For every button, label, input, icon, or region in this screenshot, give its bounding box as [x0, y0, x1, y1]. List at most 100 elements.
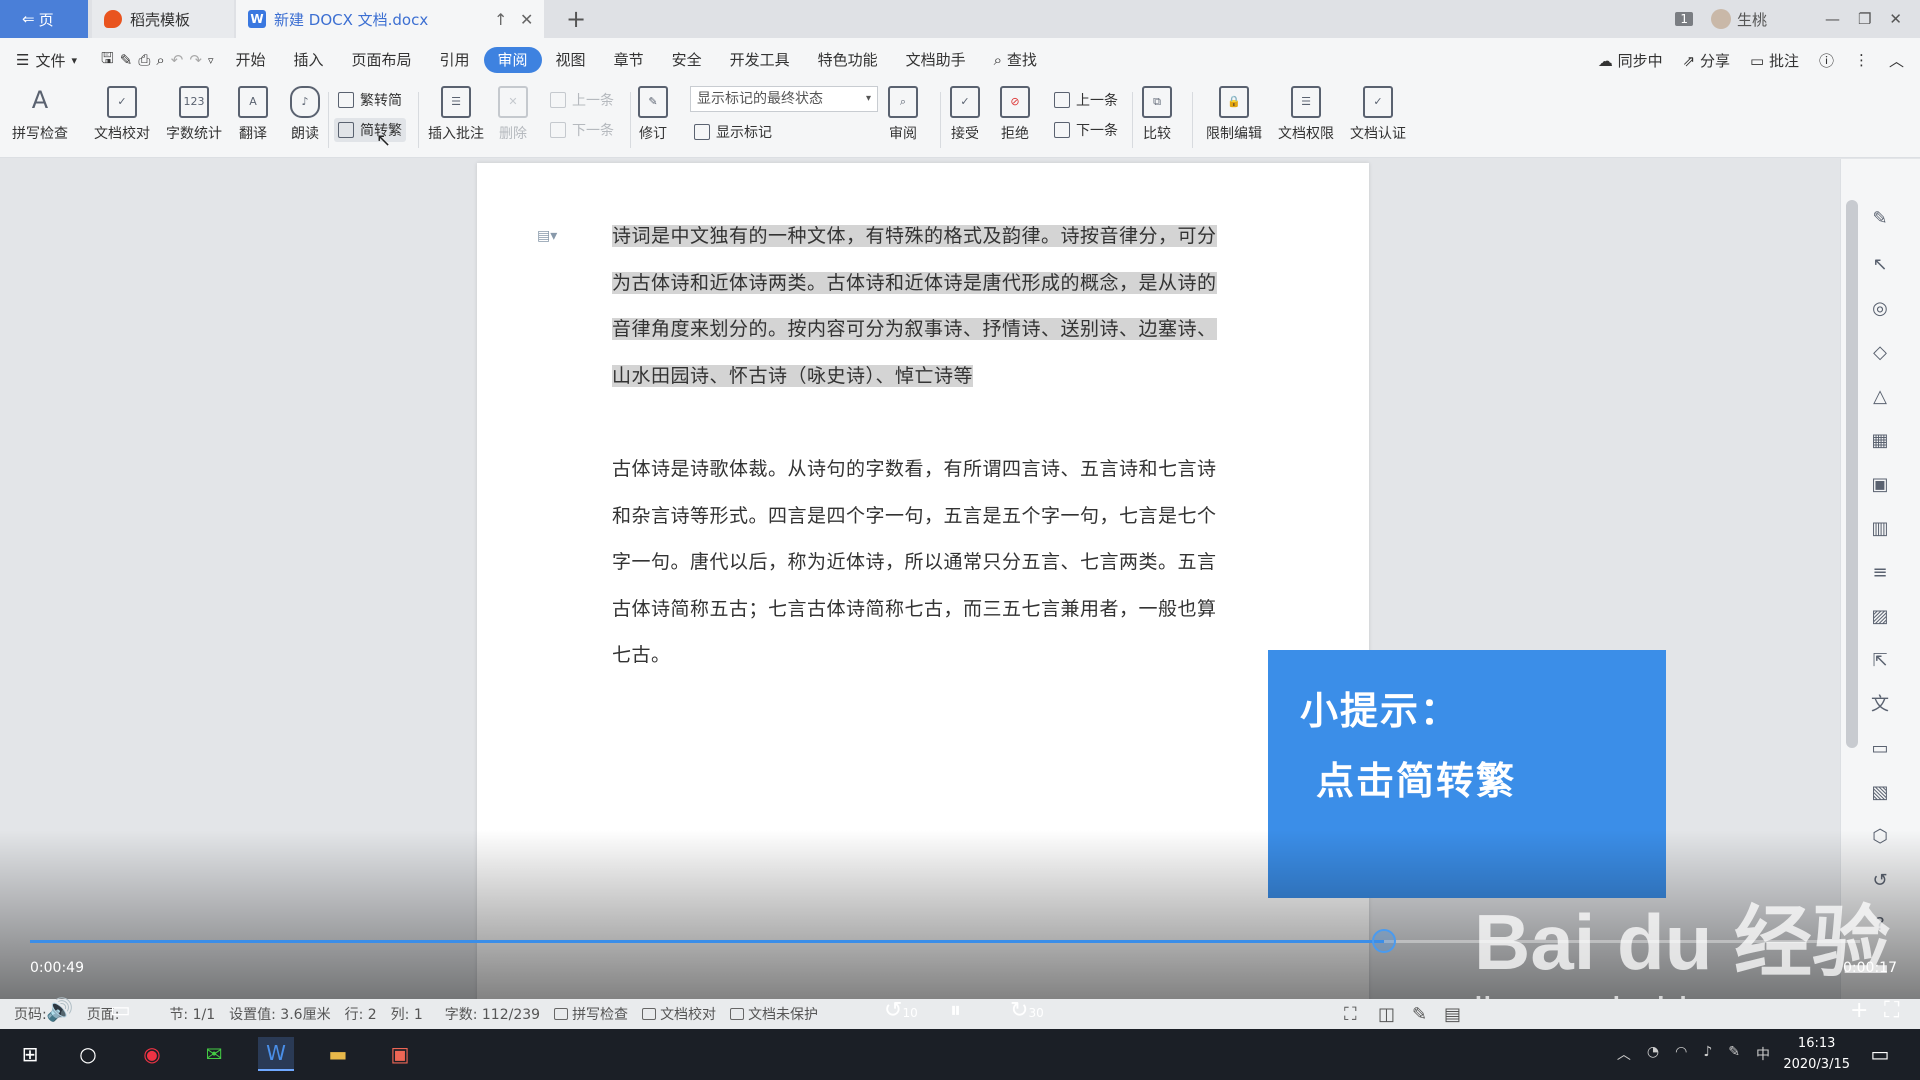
tray-expand-icon[interactable]: ︿	[1617, 1044, 1631, 1064]
compare-button[interactable]: ⧉ 比较	[1142, 86, 1172, 143]
menu-page-layout[interactable]: 页面布局	[338, 47, 426, 73]
translate-button[interactable]: A 翻译	[238, 86, 268, 143]
video-progress-handle[interactable]	[1372, 929, 1397, 953]
page-number[interactable]: 页码:	[14, 1004, 47, 1024]
subtitle-icon[interactable]: ▭	[110, 998, 131, 1023]
share-button[interactable]: ⇗ 分享	[1683, 50, 1730, 71]
notification-icon[interactable]: ▭	[1862, 1037, 1898, 1071]
minimize-icon[interactable]: —	[1825, 10, 1840, 28]
split-view-icon[interactable]: ◫	[1378, 1004, 1395, 1025]
rewind-button[interactable]: ↺10	[884, 998, 918, 1023]
wifi-icon[interactable]: ◠	[1675, 1044, 1687, 1064]
speaker-icon[interactable]: ♪	[1703, 1044, 1712, 1064]
windows-start-icon[interactable]: ⊞	[12, 1037, 48, 1071]
pen-icon[interactable]: ✎	[1869, 209, 1891, 229]
print-icon[interactable]: ⎙	[138, 51, 150, 69]
menu-start[interactable]: 开始	[221, 47, 279, 73]
layers-icon[interactable]: △	[1869, 387, 1891, 407]
paragraph-1[interactable]: 诗词是中文独有的一种文体，有特殊的格式及韵律。诗按音律分，可分为古体诗和近体诗两…	[612, 213, 1234, 399]
collapse-ribbon-icon[interactable]: ︿	[1889, 50, 1904, 71]
review-pane-button[interactable]: ⌕ 审阅	[888, 86, 918, 143]
fullscreen-icon[interactable]: ⛶	[1344, 1004, 1357, 1025]
menu-security[interactable]: 安全	[658, 47, 716, 73]
forward-button[interactable]: ↻30	[1010, 998, 1044, 1023]
doc-permission-button[interactable]: ☰ 文档权限	[1278, 86, 1334, 143]
new-tab-icon[interactable]: +	[566, 5, 586, 33]
comment-button[interactable]: ▭ 批注	[1750, 50, 1799, 71]
menu-chapter[interactable]: 章节	[600, 47, 658, 73]
network-icon[interactable]: ◔	[1647, 1044, 1659, 1064]
delete-comment-button[interactable]: ✕ 删除	[498, 86, 528, 143]
shapes-icon[interactable]: ◇	[1869, 343, 1891, 363]
wechat-icon[interactable]: ✉	[196, 1037, 232, 1071]
doc-proof-button[interactable]: ✓ 文档校对	[94, 86, 150, 143]
track-changes-button[interactable]: ✎ 修订	[638, 86, 668, 143]
file-explorer-icon[interactable]: ▬	[320, 1037, 356, 1071]
help-icon[interactable]: ⓘ	[1819, 50, 1834, 71]
restrict-edit-button[interactable]: 🔒 限制编辑	[1206, 86, 1262, 143]
file-menu[interactable]: 文件	[35, 50, 65, 71]
chart-icon[interactable]: ▥	[1869, 519, 1891, 539]
doc-cert-button[interactable]: ✓ 文档认证	[1350, 86, 1406, 143]
vertical-scrollbar[interactable]	[1846, 200, 1858, 748]
menu-search[interactable]: ⌕ 查找	[980, 47, 1051, 73]
pen-tray-icon[interactable]: ✎	[1728, 1044, 1740, 1064]
word-count-status[interactable]: 字数: 112/239	[445, 1004, 540, 1024]
settings-sliders-icon[interactable]: ≡	[1869, 563, 1891, 583]
style-icon[interactable]: ◎	[1869, 299, 1891, 319]
window-close-icon[interactable]: ✕	[1889, 10, 1902, 28]
reject-button[interactable]: ⊘ 拒绝	[1000, 86, 1030, 143]
tab-daoke-templates[interactable]: 稻壳模板	[92, 0, 234, 38]
next-change-button[interactable]: 下一条	[1054, 120, 1118, 140]
expand-icon[interactable]: ⛶	[1884, 998, 1899, 1023]
pause-icon[interactable]: ⏸	[950, 998, 961, 1023]
save-icon[interactable]: 🖫	[101, 48, 114, 73]
ime-indicator[interactable]: 中	[1756, 1044, 1770, 1064]
select-cursor-icon[interactable]: ↖	[1869, 255, 1891, 275]
image-icon[interactable]: ▧	[1869, 783, 1891, 803]
cortana-search-icon[interactable]: ○	[70, 1037, 106, 1071]
more-icon[interactable]: ⋮	[1854, 51, 1869, 69]
customize-toolbar-icon[interactable]: ▿	[208, 54, 214, 67]
menu-dev-tools[interactable]: 开发工具	[716, 47, 804, 73]
export-icon[interactable]: ⇱	[1869, 651, 1891, 671]
volume-icon[interactable]: 🔊	[46, 998, 73, 1023]
show-markup-button[interactable]: 显示标记	[694, 122, 772, 142]
apps-grid-icon[interactable]: ▣	[1869, 475, 1891, 495]
wps-writer-icon[interactable]: W	[258, 1037, 294, 1071]
sync-button[interactable]: ☁ 同步中	[1598, 50, 1663, 71]
paragraph-2[interactable]: 古体诗是诗歌体裁。从诗句的字数看，有所谓四言诗、五言诗和七言诗和杂言诗等形式。四…	[612, 446, 1234, 679]
home-tab[interactable]: ⇐ 页	[0, 0, 88, 38]
window-count-badge[interactable]: 1	[1675, 12, 1693, 26]
archive-icon[interactable]: ▭	[1869, 739, 1891, 759]
chrome-icon[interactable]: ◉	[134, 1037, 170, 1071]
chevron-down-icon[interactable]: ▾	[71, 54, 77, 67]
maximize-icon[interactable]: ❐	[1858, 10, 1871, 28]
undo-icon[interactable]: ↶	[171, 51, 184, 69]
print-preview-icon[interactable]: ⌕	[156, 51, 164, 69]
app-icon[interactable]: ▣	[382, 1037, 418, 1071]
table-icon[interactable]: ▦	[1869, 431, 1891, 451]
menu-review[interactable]: 审阅	[483, 47, 542, 73]
menu-doc-assistant[interactable]: 文档助手	[892, 47, 980, 73]
add-icon[interactable]: +	[1850, 998, 1868, 1023]
format-painter-icon[interactable]: ✎	[120, 51, 133, 69]
gallery-icon[interactable]: ▨	[1869, 607, 1891, 627]
paragraph-menu-icon[interactable]: ▤▾	[537, 228, 557, 244]
read-aloud-button[interactable]: ♪ 朗读	[290, 86, 320, 143]
insert-comment-button[interactable]: ☰ 插入批注	[428, 86, 484, 143]
trad-to-simp-button[interactable]: 繁转简	[338, 90, 402, 110]
pin-tab-icon[interactable]: ↑	[494, 10, 507, 29]
prev-change-button[interactable]: 上一条	[1054, 90, 1118, 110]
accept-button[interactable]: ✓ 接受	[950, 86, 980, 143]
system-clock[interactable]: 16:13 2020/3/15	[1783, 1033, 1850, 1075]
page-view-icon[interactable]: ▤	[1444, 1004, 1461, 1025]
spell-check-status[interactable]: 拼写检查	[554, 1004, 628, 1024]
menu-insert[interactable]: 插入	[279, 47, 337, 73]
markup-state-select[interactable]: 显示标记的最终状态 ▾	[690, 86, 878, 112]
protection-status[interactable]: 文档未保护	[730, 1004, 818, 1024]
spell-check-button[interactable]: A 拼写检查	[12, 86, 68, 143]
user-account[interactable]: 生桃	[1710, 9, 1767, 30]
simp-to-trad-button[interactable]: 简转繁	[334, 118, 406, 142]
next-comment-button[interactable]: 下一条	[550, 120, 614, 140]
